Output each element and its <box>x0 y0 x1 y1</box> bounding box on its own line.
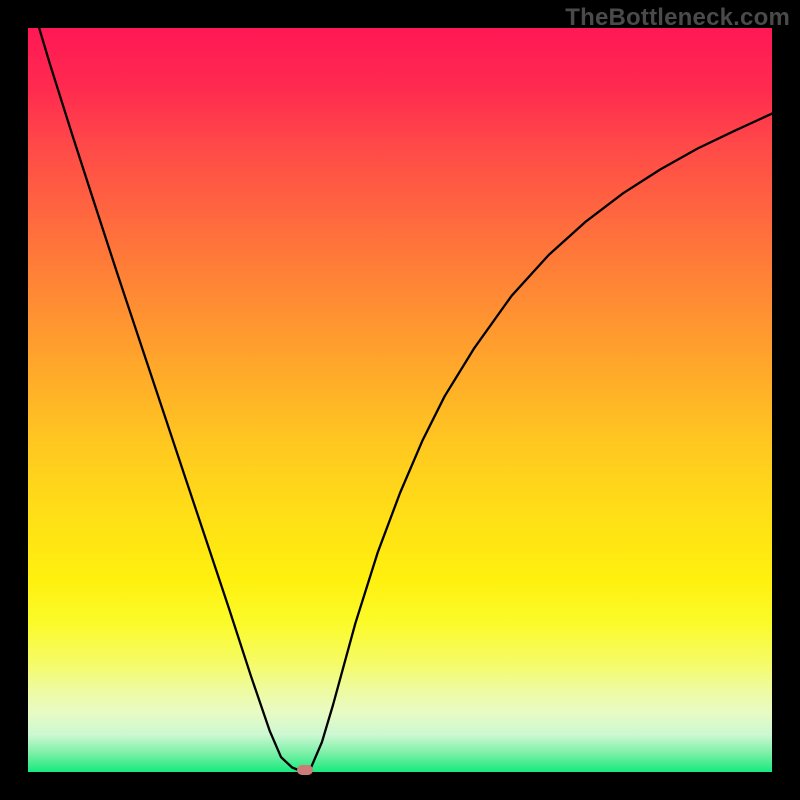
chart-frame: TheBottleneck.com <box>0 0 800 800</box>
bottleneck-marker <box>297 765 313 775</box>
watermark-text: TheBottleneck.com <box>565 4 790 32</box>
bottleneck-curve <box>28 28 772 772</box>
plot-area <box>28 28 772 772</box>
curve-svg <box>28 28 772 772</box>
